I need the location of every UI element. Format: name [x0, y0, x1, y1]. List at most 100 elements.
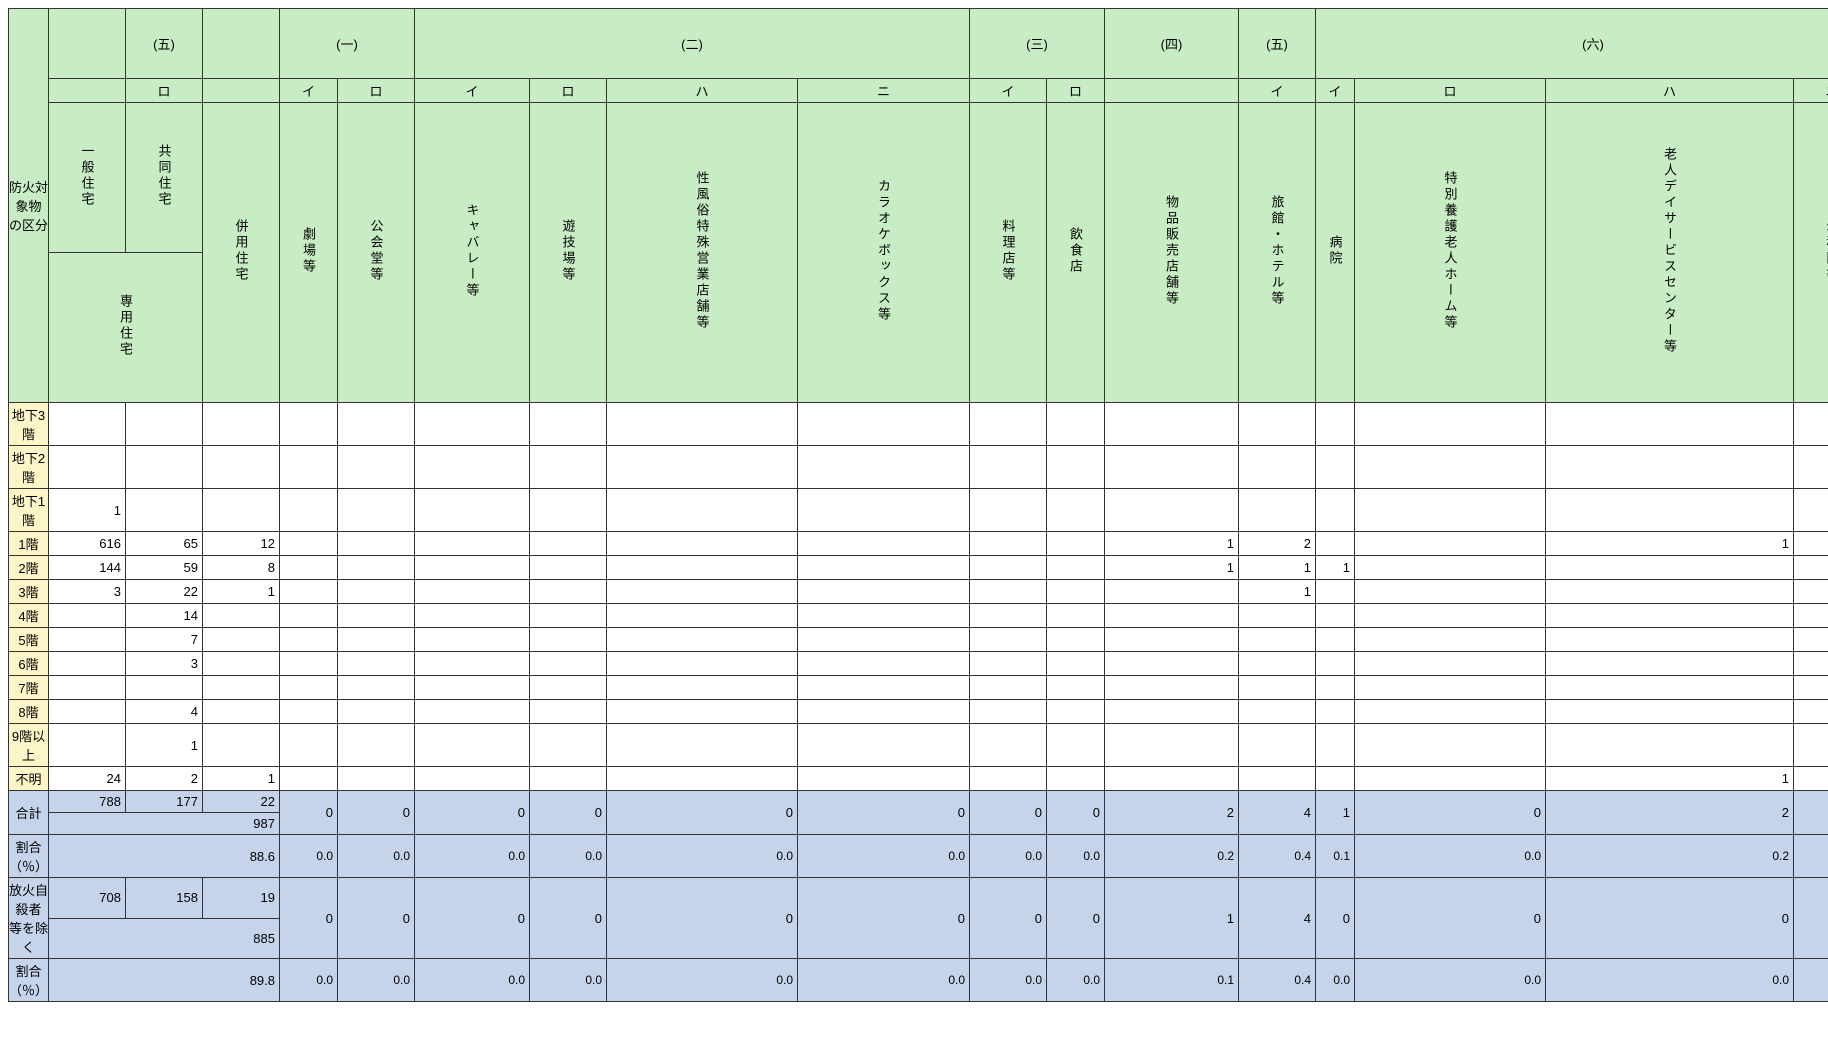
fire-protection-table: 防火対象物の区分(五)(一)(二)(三)(四)(五)(六)(七)(八)(九)(十… [8, 8, 1828, 1002]
cell [1239, 652, 1316, 676]
cell [530, 604, 607, 628]
cell [338, 652, 415, 676]
cell [530, 489, 607, 532]
row-9階以上: 9階以上 [9, 724, 49, 767]
cell [203, 700, 280, 724]
corner-label: 防火対象物の区分 [9, 9, 49, 403]
cell [1239, 628, 1316, 652]
cell [338, 604, 415, 628]
cell [798, 652, 970, 676]
cell: 1 [203, 767, 280, 791]
cell [1047, 446, 1105, 489]
sub-ロ: ロ [1047, 79, 1105, 103]
sub- [1105, 79, 1239, 103]
cell [280, 532, 338, 556]
cell [1105, 628, 1239, 652]
cell: 3 [49, 580, 126, 604]
sub-ロ: ロ [1355, 79, 1546, 103]
cell [338, 532, 415, 556]
cell [338, 489, 415, 532]
col-15: 老人デイサービスセンター等 [1546, 103, 1794, 403]
cell [970, 767, 1047, 791]
cell [203, 403, 280, 446]
col-4: 公会堂等 [338, 103, 415, 403]
cell [49, 628, 126, 652]
col-12: 旅館・ホテル等 [1239, 103, 1316, 403]
cell [338, 628, 415, 652]
cell [49, 700, 126, 724]
cell [280, 580, 338, 604]
col-10: 飲食店 [1047, 103, 1105, 403]
group-blank [203, 9, 280, 79]
cell [970, 676, 1047, 700]
cell [530, 446, 607, 489]
sub-イ: イ [970, 79, 1047, 103]
cell [1794, 724, 1828, 767]
cell [1105, 676, 1239, 700]
col-6: 遊技場等 [530, 103, 607, 403]
cell [1794, 652, 1828, 676]
cell: 1 [1239, 556, 1316, 580]
cell [1546, 604, 1794, 628]
group-(二): (二) [415, 9, 970, 79]
cell [338, 556, 415, 580]
cell [126, 489, 203, 532]
cell [607, 403, 798, 446]
cell [1316, 628, 1355, 652]
cell [607, 604, 798, 628]
cell [1355, 403, 1546, 446]
sub-ニ: ニ [1794, 79, 1828, 103]
cell [607, 628, 798, 652]
cell [1105, 580, 1239, 604]
cell [1355, 489, 1546, 532]
cell [1316, 767, 1355, 791]
cell [1105, 604, 1239, 628]
cell [1047, 580, 1105, 604]
cell: 1 [126, 724, 203, 767]
cell [607, 580, 798, 604]
goukei-label: 合計 [9, 791, 49, 835]
cell [1546, 446, 1794, 489]
cell [1794, 628, 1828, 652]
sub- [203, 79, 280, 103]
cell [970, 700, 1047, 724]
cell [280, 628, 338, 652]
cell [1047, 532, 1105, 556]
cell [203, 446, 280, 489]
cell [1047, 676, 1105, 700]
pct2-label: 割合（％） [9, 959, 49, 1002]
cell [607, 767, 798, 791]
cell [530, 580, 607, 604]
cell [798, 724, 970, 767]
cell [970, 604, 1047, 628]
cell [203, 676, 280, 700]
cell [1355, 700, 1546, 724]
cell [1239, 604, 1316, 628]
cell: 616 [49, 532, 126, 556]
col-5: キャバレー等 [415, 103, 530, 403]
cell [1546, 724, 1794, 767]
cell [530, 532, 607, 556]
cell [798, 700, 970, 724]
cell [203, 628, 280, 652]
cell: 2 [1239, 532, 1316, 556]
cell [280, 724, 338, 767]
cell [607, 676, 798, 700]
cell [607, 556, 798, 580]
cell [1355, 556, 1546, 580]
cell [1355, 604, 1546, 628]
cell [1355, 580, 1546, 604]
cell [415, 556, 530, 580]
cell [1316, 446, 1355, 489]
cell [607, 446, 798, 489]
cell [280, 446, 338, 489]
cell [1316, 724, 1355, 767]
cell: 1 [1546, 532, 1794, 556]
cell [530, 628, 607, 652]
cell [1316, 489, 1355, 532]
cell [1794, 676, 1828, 700]
cell [798, 580, 970, 604]
cell [338, 403, 415, 446]
cell [607, 489, 798, 532]
cell [970, 652, 1047, 676]
